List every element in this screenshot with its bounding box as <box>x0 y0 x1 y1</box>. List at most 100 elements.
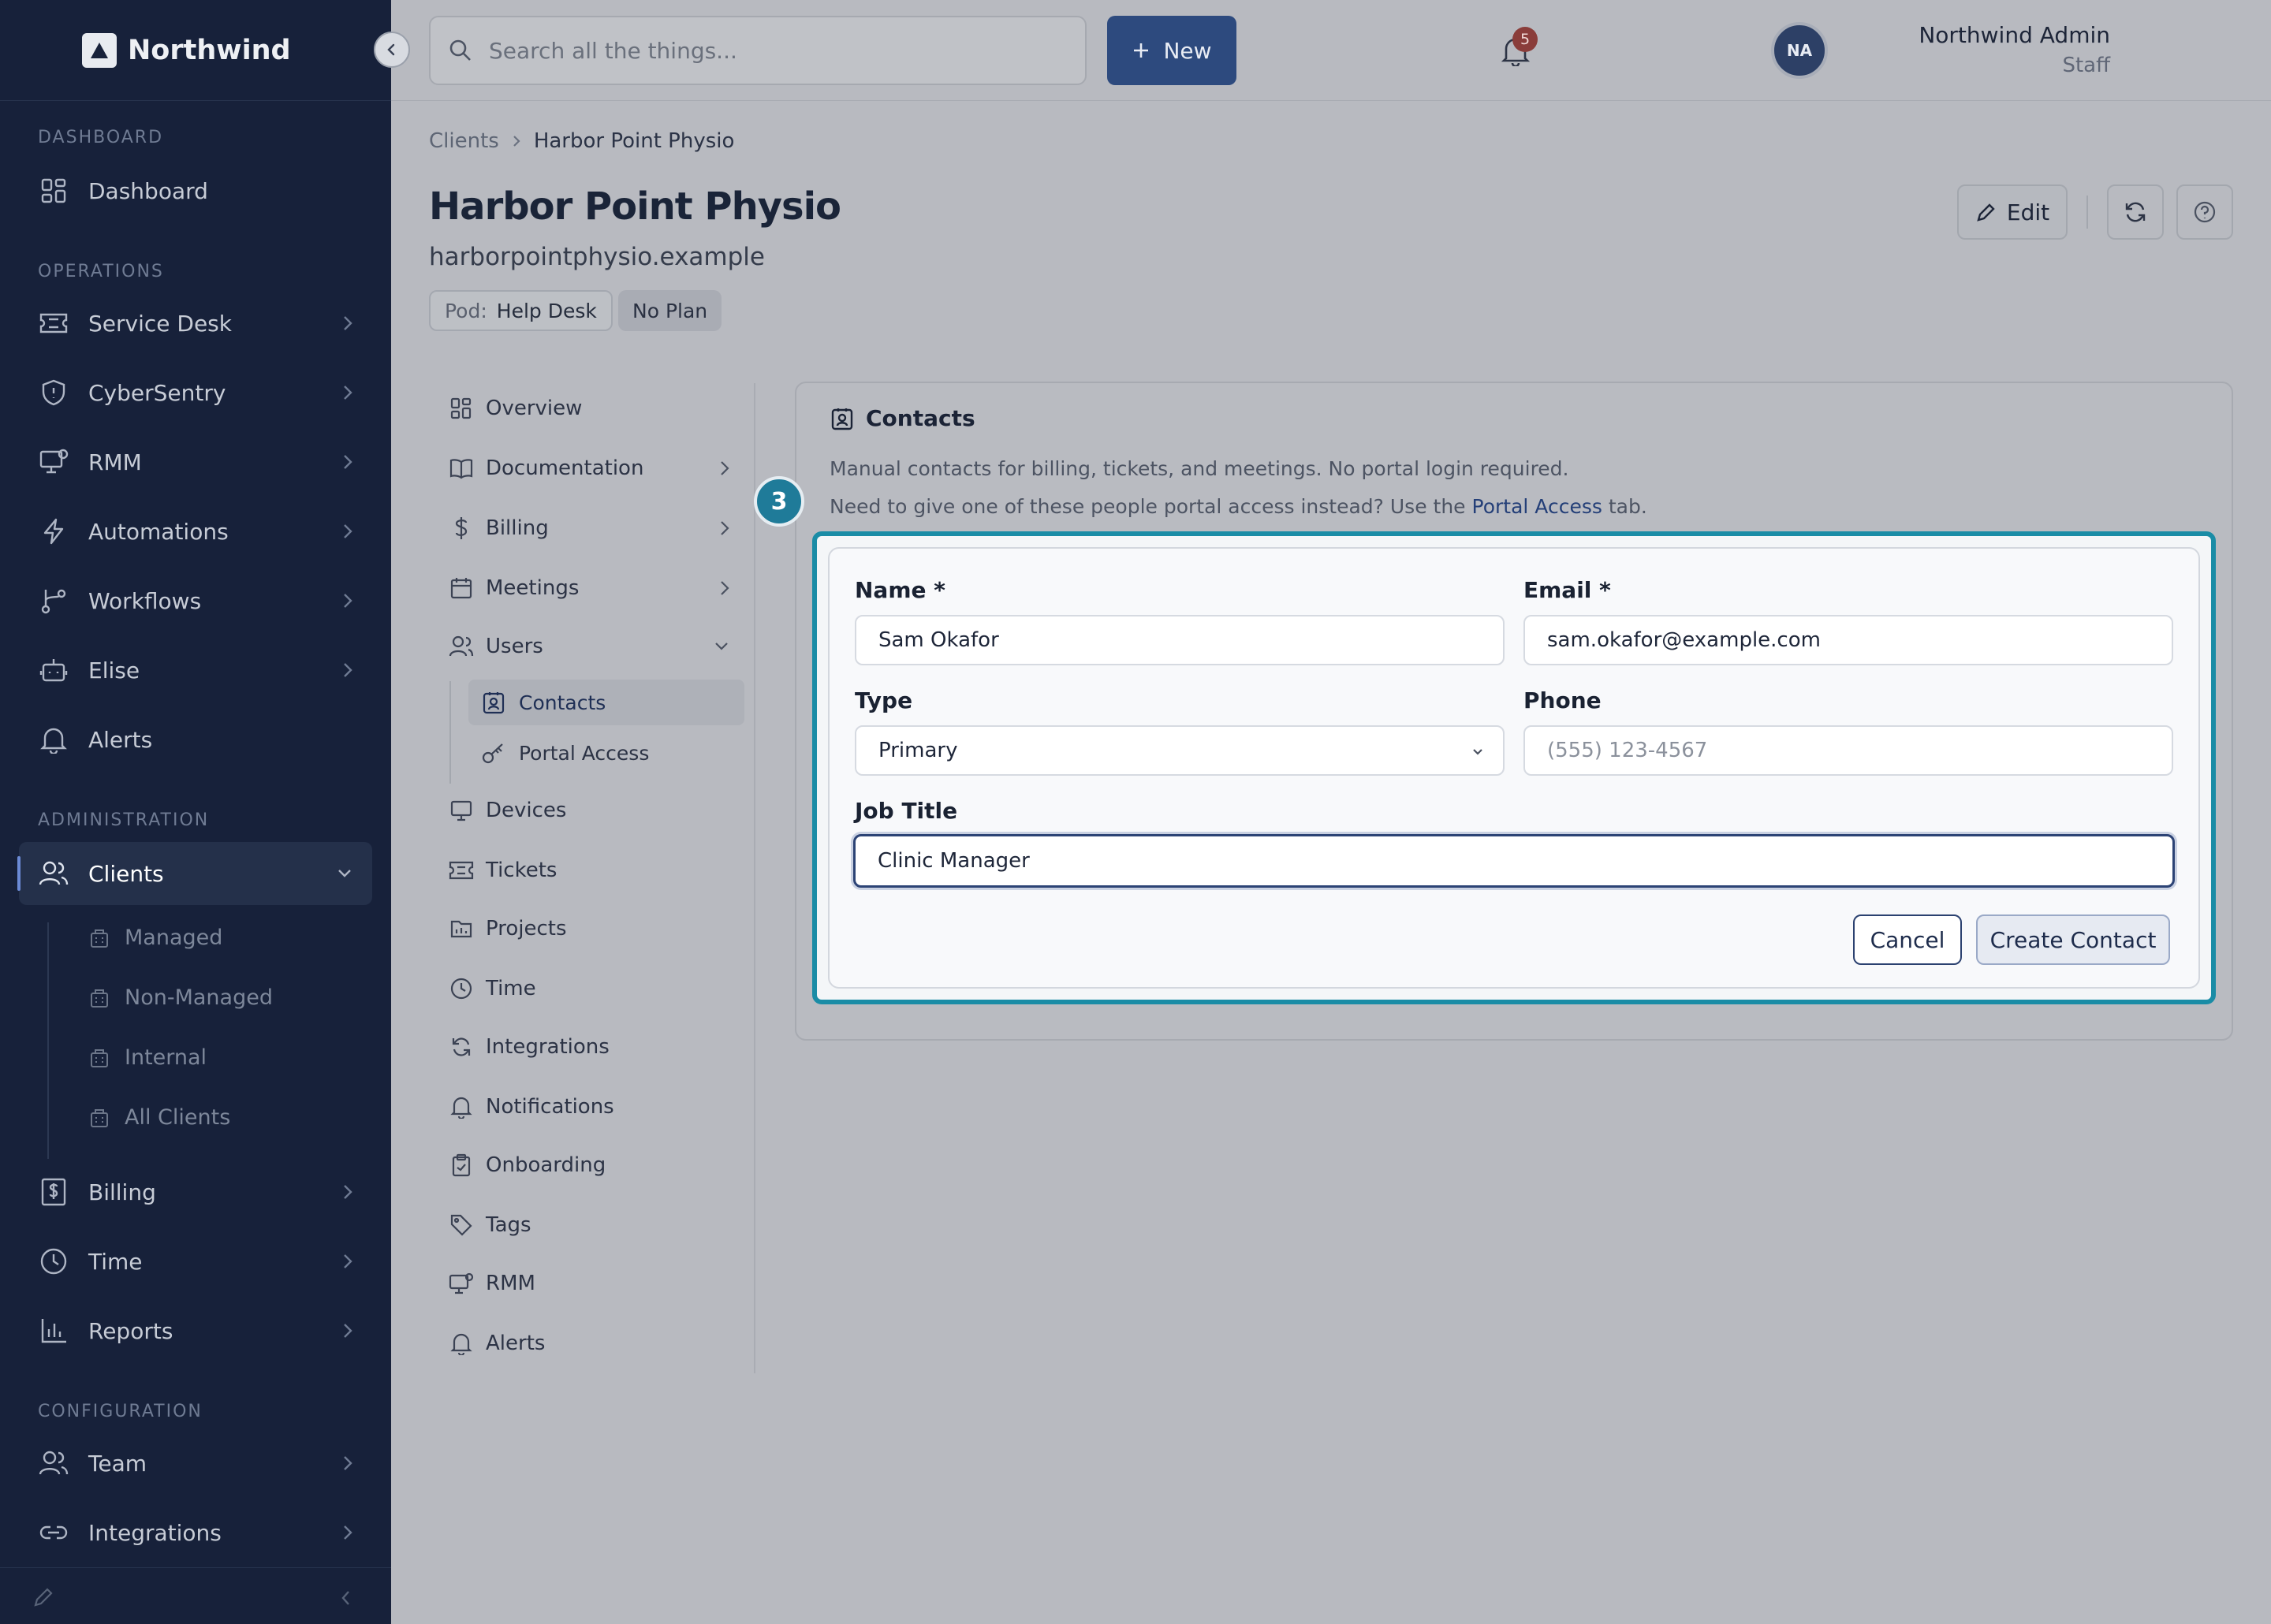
sidebar-item-billing[interactable]: Billing <box>19 1160 372 1224</box>
tab-tags[interactable]: Tags <box>429 1200 744 1250</box>
tag-icon <box>448 1212 475 1238</box>
tab-documentation[interactable]: Documentation <box>429 443 744 494</box>
portal-access-link[interactable]: Portal Access <box>1472 495 1602 518</box>
type-select[interactable]: Primary <box>855 725 1505 776</box>
ticket-icon <box>38 307 69 339</box>
job-title-label: Job Title <box>855 798 958 824</box>
step-marker: 3 <box>754 476 804 527</box>
email-input[interactable] <box>1523 615 2173 665</box>
chevron-right-icon <box>344 1185 352 1199</box>
sidebar-item-dashboard[interactable]: Dashboard <box>19 159 372 222</box>
brand[interactable]: Northwind <box>0 0 410 101</box>
sidebar-item-label: Alerts <box>88 726 153 753</box>
page-title: Harbor Point Physio <box>429 184 841 229</box>
sidebar-item-reports[interactable]: Reports <box>19 1299 372 1362</box>
sidebar-item-cybersentry[interactable]: CyberSentry <box>19 361 372 424</box>
name-input[interactable] <box>855 615 1505 665</box>
user-name: Northwind Admin <box>1919 22 2110 48</box>
divider <box>2086 196 2088 229</box>
pencil-icon[interactable] <box>32 1585 55 1609</box>
tab-users[interactable]: Users <box>429 621 744 672</box>
sidebar-item-elise[interactable]: Elise <box>19 639 372 702</box>
email-label: Email * <box>1523 577 1611 603</box>
submenu-line <box>47 922 49 1159</box>
sidebar-subitem-managed[interactable]: Managed <box>88 926 222 950</box>
sidebar-item-rmm[interactable]: RMM <box>19 430 372 494</box>
contact-card-icon <box>483 692 505 714</box>
sidebar-item-workflows[interactable]: Workflows <box>19 569 372 632</box>
sidebar: Northwind DASHBOARD Dashboard OPERATIONS… <box>0 0 410 1624</box>
sidebar-item-label: Clients <box>88 860 164 887</box>
pencil-icon <box>1977 203 1995 222</box>
lightning-icon <box>38 516 69 547</box>
sidebar-item-team[interactable]: Team <box>19 1432 372 1495</box>
sidebar-item-alerts[interactable]: Alerts <box>19 708 372 771</box>
card-title-text: Contacts <box>866 405 975 431</box>
sidebar-footer <box>0 1567 391 1624</box>
phone-input[interactable] <box>1523 725 2173 776</box>
avatar[interactable]: NA <box>1771 22 1828 79</box>
calendar-icon <box>448 575 475 602</box>
sidebar-item-label: Time <box>88 1248 143 1275</box>
sidebar-item-label: Dashboard <box>88 177 208 204</box>
chevron-right-icon <box>721 461 729 475</box>
sidebar-subitem-all-clients[interactable]: All Clients <box>88 1105 230 1130</box>
help-icon <box>2194 201 2216 223</box>
edit-button[interactable]: Edit <box>1957 184 2068 240</box>
chevron-left-icon <box>387 43 395 56</box>
breadcrumb-clients[interactable]: Clients <box>429 129 499 153</box>
search-input[interactable] <box>489 37 1041 64</box>
monitor-icon <box>38 446 69 478</box>
tab-onboarding[interactable]: Onboarding <box>429 1140 744 1190</box>
tab-rmm[interactable]: RMM <box>429 1258 744 1309</box>
tab-tickets[interactable]: Tickets <box>429 845 744 896</box>
tab-overview[interactable]: Overview <box>429 383 744 434</box>
sidebar-subitem-non-managed[interactable]: Non-Managed <box>88 985 273 1010</box>
tab-contacts[interactable]: Contacts <box>468 680 744 725</box>
tab-label: Portal Access <box>519 741 650 765</box>
chevron-right-icon <box>344 386 352 400</box>
chevron-right-icon <box>344 594 352 608</box>
help-button[interactable] <box>2176 184 2233 240</box>
logo-icon <box>82 32 117 68</box>
create-contact-button[interactable]: Create Contact <box>1976 914 2170 965</box>
chevron-right-icon <box>344 524 352 538</box>
tab-notifications[interactable]: Notifications <box>429 1082 744 1132</box>
type-label: Type <box>855 687 913 713</box>
sidebar-item-label: Service Desk <box>88 310 232 337</box>
tab-integrations[interactable]: Integrations <box>429 1022 744 1072</box>
tab-label: Contacts <box>519 691 606 714</box>
tab-projects[interactable]: Projects <box>429 903 744 954</box>
sidebar-item-label: CyberSentry <box>88 379 226 406</box>
workflow-icon <box>38 585 69 616</box>
job-title-input[interactable] <box>853 834 2175 888</box>
tab-billing[interactable]: Billing <box>429 503 744 553</box>
sidebar-item-service-desk[interactable]: Service Desk <box>19 292 372 355</box>
highlight-frame: Name * Email * Type Primary Phone Job Ti… <box>812 531 2216 1004</box>
tab-alerts[interactable]: Alerts <box>429 1318 744 1369</box>
sidebar-item-integrations[interactable]: Integrations <box>19 1501 372 1564</box>
chevron-right-icon <box>344 663 352 677</box>
subitem-label: All Clients <box>125 1105 231 1130</box>
tab-portal-access[interactable]: Portal Access <box>468 730 744 776</box>
collapse-sidebar-button[interactable] <box>374 32 410 68</box>
breadcrumb: Clients Harbor Point Physio <box>429 129 734 153</box>
sidebar-item-clients[interactable]: Clients <box>17 842 372 905</box>
chevron-down-icon <box>715 643 728 650</box>
desc-text: Need to give one of these people portal … <box>830 495 1466 518</box>
sidebar-subitem-internal[interactable]: Internal <box>88 1045 207 1070</box>
tab-time[interactable]: Time <box>429 963 744 1014</box>
refresh-button[interactable] <box>2107 184 2164 240</box>
cancel-button[interactable]: Cancel <box>1853 914 1962 965</box>
monitor-icon <box>448 797 475 824</box>
sidebar-item-automations[interactable]: Automations <box>19 500 372 563</box>
tab-label: Overview <box>486 397 583 420</box>
new-button[interactable]: New <box>1107 16 1236 85</box>
card-description-portal: Need to give one of these people portal … <box>830 495 1647 518</box>
chevron-left-icon[interactable] <box>339 1589 353 1607</box>
sidebar-item-time[interactable]: Time <box>19 1230 372 1293</box>
tab-meetings[interactable]: Meetings <box>429 563 744 613</box>
search-bar[interactable] <box>429 16 1087 85</box>
chevron-right-icon <box>721 581 729 595</box>
tab-devices[interactable]: Devices <box>429 785 744 836</box>
